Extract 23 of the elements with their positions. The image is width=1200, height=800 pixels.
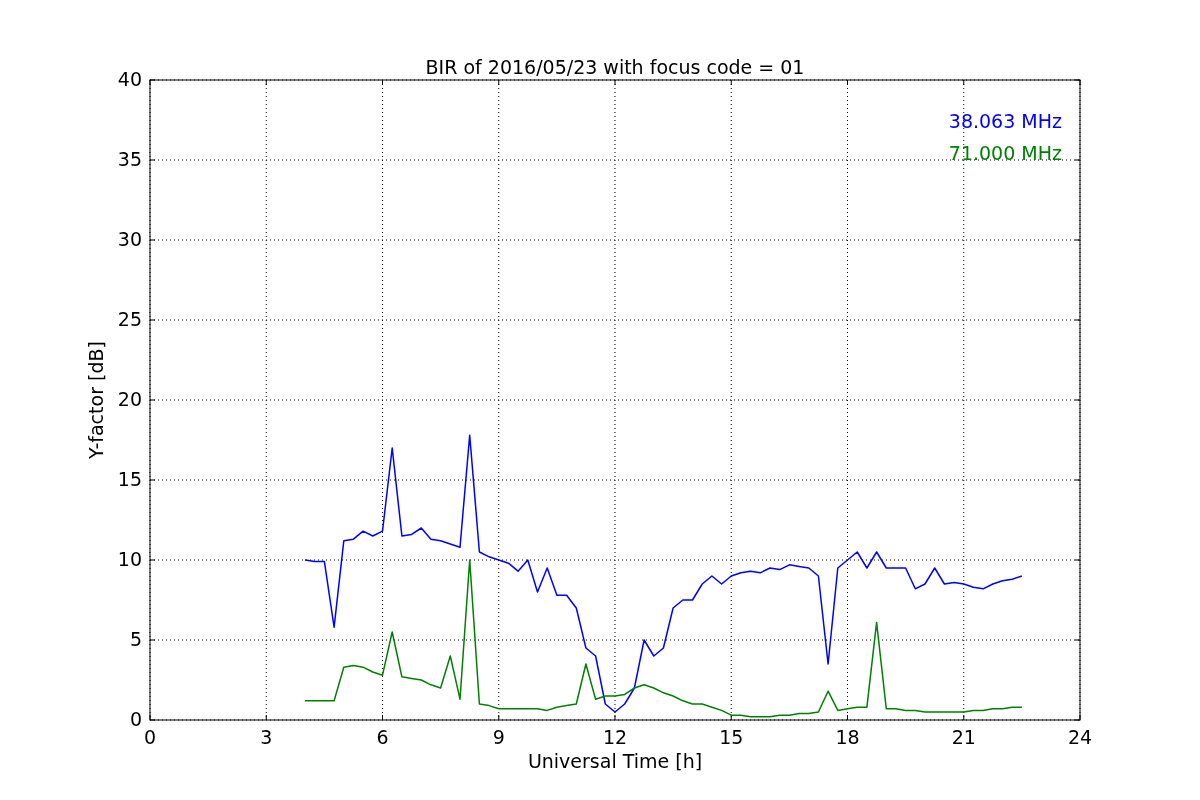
x-axis-label: Universal Time [h] [527,750,703,772]
x-tick-label: 21 [951,726,976,748]
y-tick-label: 30 [117,228,142,250]
chart-title: BIR of 2016/05/23 with focus code = 01 [425,56,805,78]
y-tick-label: 10 [117,548,142,570]
y-tick-label: 25 [117,308,142,330]
legend-label: 38.063 MHz [948,110,1062,132]
y-tick-label: 0 [129,708,142,730]
x-tick-label: 15 [719,726,744,748]
y-tick-label: 15 [117,468,142,490]
x-tick-label: 12 [602,726,628,748]
y-tick-label: 35 [117,148,142,170]
x-tick-label: 18 [835,726,860,748]
x-tick-label: 9 [492,726,505,748]
y-axis-label: Y-factor [dB] [85,341,107,459]
legend-label: 71.000 MHz [948,142,1062,164]
x-tick-label: 0 [143,726,157,748]
y-tick-label: 5 [129,628,142,650]
y-tick-label: 20 [117,388,142,410]
x-tick-label: 3 [260,726,273,748]
y-tick-label: 40 [117,68,142,90]
x-tick-label: 6 [376,726,389,748]
x-tick-label: 24 [1067,726,1093,748]
